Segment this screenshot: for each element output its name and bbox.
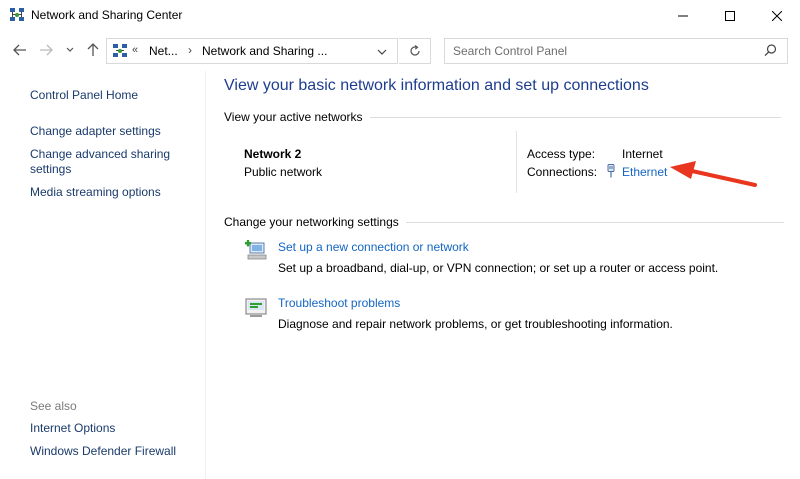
troubleshoot-problems-link[interactable]: Troubleshoot problems bbox=[278, 296, 400, 310]
change-adapter-settings-link[interactable]: Change adapter settings bbox=[30, 124, 161, 139]
control-panel-home-link[interactable]: Control Panel Home bbox=[30, 88, 138, 103]
arrow-left-icon bbox=[13, 44, 26, 56]
address-bar[interactable]: « Net... › Network and Sharing ... bbox=[106, 38, 398, 64]
new-connection-icon bbox=[245, 240, 267, 260]
breadcrumb-separator[interactable]: › bbox=[188, 43, 192, 57]
active-networks-label: View your active networks bbox=[224, 110, 363, 124]
minimize-icon bbox=[678, 15, 688, 16]
networking-settings-section-header: Change your networking settings bbox=[224, 215, 790, 229]
internet-options-link[interactable]: Internet Options bbox=[30, 421, 115, 436]
network-center-icon bbox=[10, 8, 24, 21]
media-streaming-options-link[interactable]: Media streaming options bbox=[30, 185, 161, 200]
window-title: Network and Sharing Center bbox=[31, 8, 183, 22]
set-up-new-connection-description: Set up a broadband, dial-up, or VPN conn… bbox=[278, 261, 719, 275]
ethernet-connection-link[interactable]: Ethernet bbox=[622, 165, 667, 179]
network-name: Network 2 bbox=[244, 147, 302, 161]
active-networks-section-header: View your active networks bbox=[224, 110, 790, 124]
search-box[interactable] bbox=[444, 38, 788, 64]
refresh-icon bbox=[409, 45, 420, 56]
maximize-icon bbox=[725, 10, 735, 21]
breadcrumb-overflow[interactable]: « bbox=[132, 44, 138, 56]
arrow-right-icon bbox=[40, 44, 53, 56]
address-dropdown-button[interactable] bbox=[377, 45, 387, 59]
change-advanced-sharing-link[interactable]: Change advanced sharing settings bbox=[30, 147, 190, 177]
troubleshoot-problems-description: Diagnose and repair network problems, or… bbox=[278, 317, 673, 331]
refresh-button[interactable] bbox=[399, 38, 431, 64]
see-also-label: See also bbox=[30, 399, 77, 413]
forward-button[interactable] bbox=[36, 40, 56, 60]
page-title: View your basic network information and … bbox=[224, 77, 649, 94]
close-icon bbox=[772, 10, 782, 21]
left-pane: Control Panel Home Change adapter settin… bbox=[0, 71, 205, 479]
access-type-value: Internet bbox=[622, 147, 663, 161]
troubleshoot-icon bbox=[245, 298, 267, 317]
windows-defender-firewall-link[interactable]: Windows Defender Firewall bbox=[30, 444, 176, 459]
minimize-button[interactable] bbox=[660, 0, 706, 31]
search-icon[interactable] bbox=[764, 44, 777, 57]
maximize-button[interactable] bbox=[707, 0, 753, 31]
breadcrumb-network[interactable]: Net... bbox=[149, 44, 178, 58]
navigation-bar: « Net... › Network and Sharing ... bbox=[0, 31, 800, 71]
main-content: View your basic network information and … bbox=[206, 71, 800, 479]
chevron-down-icon bbox=[377, 49, 387, 55]
recent-locations-button[interactable] bbox=[60, 40, 80, 60]
network-center-icon bbox=[113, 44, 127, 57]
network-type: Public network bbox=[244, 165, 323, 179]
title-bar: Network and Sharing Center bbox=[0, 0, 800, 31]
search-input[interactable] bbox=[453, 43, 753, 59]
close-button[interactable] bbox=[754, 0, 800, 31]
networking-settings-label: Change your networking settings bbox=[224, 215, 399, 229]
breadcrumb-network-sharing[interactable]: Network and Sharing ... bbox=[202, 44, 327, 58]
up-button[interactable] bbox=[83, 40, 103, 60]
connections-label: Connections: bbox=[527, 165, 598, 179]
arrow-up-icon bbox=[87, 43, 99, 56]
ethernet-icon bbox=[607, 164, 615, 178]
back-button[interactable] bbox=[10, 40, 30, 60]
set-up-new-connection-link[interactable]: Set up a new connection or network bbox=[278, 240, 469, 254]
access-type-label: Access type: bbox=[527, 147, 596, 161]
chevron-down-icon bbox=[66, 47, 74, 52]
section-rule bbox=[369, 116, 781, 118]
section-rule bbox=[405, 221, 784, 223]
network-divider bbox=[516, 131, 517, 193]
red-arrow-icon bbox=[670, 161, 757, 187]
